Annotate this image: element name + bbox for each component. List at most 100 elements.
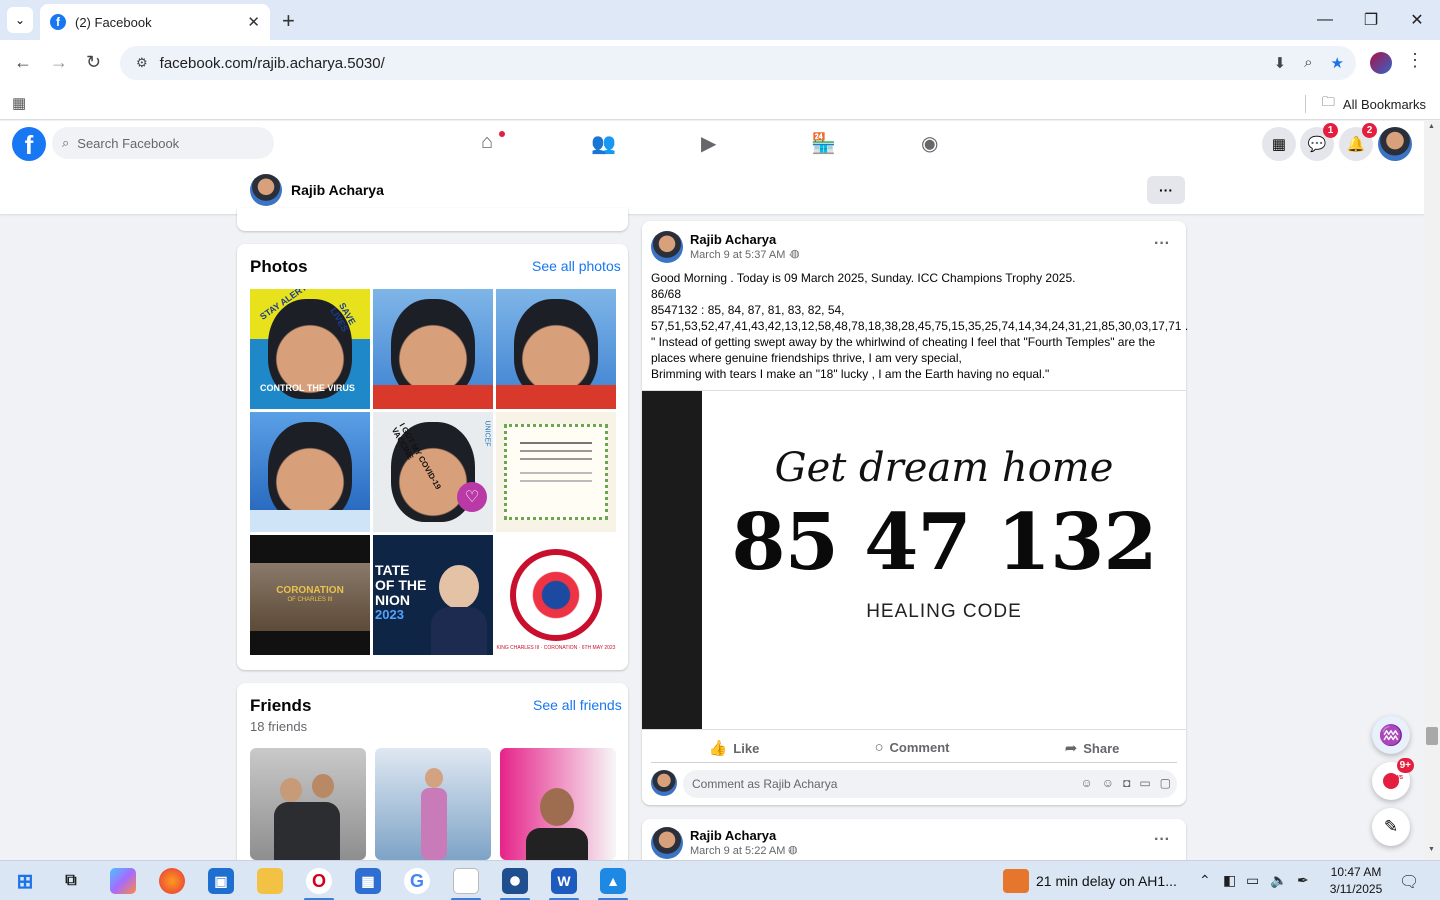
forward-button[interactable]: →: [50, 52, 68, 73]
groups-nav-icon[interactable]: ◉: [921, 131, 938, 156]
profile-avatar[interactable]: [250, 174, 282, 206]
comment-button[interactable]: ○ Comment: [874, 739, 949, 756]
facebook-logo-icon[interactable]: f: [12, 127, 46, 161]
new-message-button[interactable]: ✎: [1372, 808, 1410, 846]
image-black-bar: [642, 391, 702, 729]
task-view-icon[interactable]: ⧉: [58, 868, 84, 894]
emoji-icon[interactable]: ☺: [1102, 776, 1114, 790]
new-tab-button[interactable]: +: [282, 8, 295, 34]
site-info-icon[interactable]: ⚙: [136, 55, 148, 71]
reload-button[interactable]: ↻: [86, 52, 101, 73]
cricket-chat-head[interactable]: ♒: [1372, 716, 1410, 754]
store-icon[interactable]: ▦: [355, 868, 381, 894]
pen-icon[interactable]: ✒: [1297, 872, 1309, 889]
system-clock[interactable]: 10:47 AM 3/11/2025: [1316, 864, 1396, 898]
show-hidden-icons-icon[interactable]: ⌃: [1199, 872, 1211, 889]
camera-icon[interactable]: ◘: [1123, 776, 1130, 790]
news-chat-head[interactable]: NEWS 9+: [1372, 758, 1414, 800]
photo-tile[interactable]: [250, 412, 370, 532]
post-image[interactable]: Get dream home 85 47 132 HEALING CODE: [642, 390, 1186, 730]
gif-icon[interactable]: ▭: [1139, 776, 1150, 790]
photo-tile[interactable]: [373, 289, 493, 409]
avatar-sticker-icon[interactable]: ☺: [1081, 776, 1093, 790]
see-all-photos-link[interactable]: See all photos: [532, 258, 621, 274]
browser-tab[interactable]: f (2) Facebook ✕: [40, 4, 270, 40]
video-app-icon[interactable]: ▣: [208, 868, 234, 894]
network-icon[interactable]: ▭: [1246, 872, 1259, 889]
facebook-favicon-icon: f: [50, 14, 66, 30]
video-nav-icon[interactable]: ▶: [701, 131, 716, 156]
share-button[interactable]: ➦ Share: [1065, 739, 1120, 757]
media-app-icon[interactable]: [502, 868, 528, 894]
notifications-button[interactable]: 🔔 2: [1339, 123, 1377, 161]
action-center-icon[interactable]: 🗨: [1399, 872, 1419, 892]
messenger-button[interactable]: 💬 1: [1300, 123, 1338, 161]
bookmark-star-icon[interactable]: ★: [1331, 54, 1344, 72]
copilot-icon[interactable]: [110, 868, 136, 894]
photo-tile[interactable]: CORONATION OF CHARLES III: [250, 535, 370, 655]
address-bar[interactable]: ⚙ facebook.com/rajib.acharya.5030/: [120, 46, 1356, 80]
like-button[interactable]: 👍 Like: [709, 739, 760, 757]
firefox-icon[interactable]: [159, 868, 185, 894]
friend-photo[interactable]: [250, 748, 366, 860]
post-author-avatar[interactable]: [651, 827, 683, 859]
maximize-button[interactable]: ❐: [1348, 0, 1394, 40]
photo-tile[interactable]: KING CHARLES III · CORONATION · 6TH MAY …: [496, 535, 616, 655]
post-author-avatar[interactable]: [651, 231, 683, 263]
account-avatar[interactable]: [1378, 127, 1412, 161]
chrome-icon[interactable]: G: [404, 868, 430, 894]
globe-icon: ◍: [788, 844, 798, 856]
friend-photo[interactable]: [500, 748, 616, 860]
post-options-icon[interactable]: ···: [1154, 831, 1170, 849]
photo-tile[interactable]: [496, 289, 616, 409]
close-tab-icon[interactable]: ✕: [247, 13, 260, 31]
photo-tile[interactable]: I GOT MY COVID-19 VACCINE ♡ UNICEF: [373, 412, 493, 532]
photo-caption: CONTROL THE VIRUS: [260, 383, 355, 393]
install-app-icon[interactable]: ⬇: [1274, 54, 1287, 72]
photo-tile[interactable]: STAY ALERT SAVE LIVES CONTROL THE VIRUS: [250, 289, 370, 409]
post-author-name[interactable]: Rajib Acharya: [690, 828, 776, 843]
back-button[interactable]: ←: [14, 52, 32, 73]
sticker-icon[interactable]: ▢: [1160, 776, 1171, 790]
certificate-text-lines: [520, 442, 592, 444]
post-author-name[interactable]: Rajib Acharya: [690, 232, 776, 247]
apps-grid-icon[interactable]: ▦: [12, 94, 26, 112]
post-options-icon[interactable]: ···: [1154, 235, 1170, 253]
post-timestamp[interactable]: March 9 at 5:37 AM ·: [690, 249, 792, 261]
page-scrollbar[interactable]: ▲ ▼: [1424, 121, 1440, 860]
minimize-button[interactable]: —: [1302, 0, 1348, 40]
scroll-up-icon[interactable]: ▲: [1428, 123, 1435, 130]
scrollbar-thumb[interactable]: [1426, 727, 1438, 745]
photo-tile[interactable]: [496, 412, 616, 532]
notepad-icon[interactable]: [453, 868, 479, 894]
traffic-car-icon[interactable]: [1003, 869, 1029, 893]
friends-nav-icon[interactable]: 👥: [591, 131, 616, 156]
browser-menu-icon[interactable]: ⋮: [1406, 50, 1424, 71]
start-windows-icon[interactable]: ⊞: [12, 868, 38, 894]
tab-search-button[interactable]: ⌄: [7, 7, 33, 33]
post-timestamp[interactable]: March 9 at 5:22 AM ·: [690, 845, 792, 857]
all-bookmarks-button[interactable]: 🗀 All Bookmarks: [1304, 93, 1426, 115]
browser-profile-avatar[interactable]: [1370, 52, 1392, 74]
traffic-notice[interactable]: 21 min delay on AH1...: [1036, 873, 1177, 889]
search-facebook-input[interactable]: ⌕ Search Facebook: [52, 127, 274, 159]
commenter-avatar[interactable]: [651, 770, 677, 796]
profile-name[interactable]: Rajib Acharya: [291, 182, 384, 198]
close-window-button[interactable]: ✕: [1394, 0, 1440, 40]
home-nav-icon[interactable]: ⌂: [481, 131, 493, 154]
file-explorer-icon[interactable]: [257, 868, 283, 894]
menu-grid-button[interactable]: ▦: [1262, 127, 1296, 161]
see-all-friends-link[interactable]: See all friends: [533, 697, 622, 713]
profile-more-button[interactable]: ···: [1147, 176, 1185, 204]
zoom-icon[interactable]: ⌕: [1304, 54, 1312, 72]
comment-input[interactable]: Comment as Rajib Acharya ☺ ☺ ◘ ▭ ▢: [683, 770, 1177, 798]
opera-icon[interactable]: O: [306, 868, 332, 894]
meet-now-icon[interactable]: ◧: [1223, 872, 1236, 889]
word-icon[interactable]: W: [551, 868, 577, 894]
marketplace-nav-icon[interactable]: 🏪: [811, 131, 836, 156]
friend-photo[interactable]: [375, 748, 491, 860]
photo-tile[interactable]: TATE OF THE NION 2023: [373, 535, 493, 655]
volume-icon[interactable]: 🔈: [1270, 872, 1287, 889]
scroll-down-icon[interactable]: ▼: [1428, 846, 1435, 853]
photos-app-icon[interactable]: ▲: [600, 868, 626, 894]
